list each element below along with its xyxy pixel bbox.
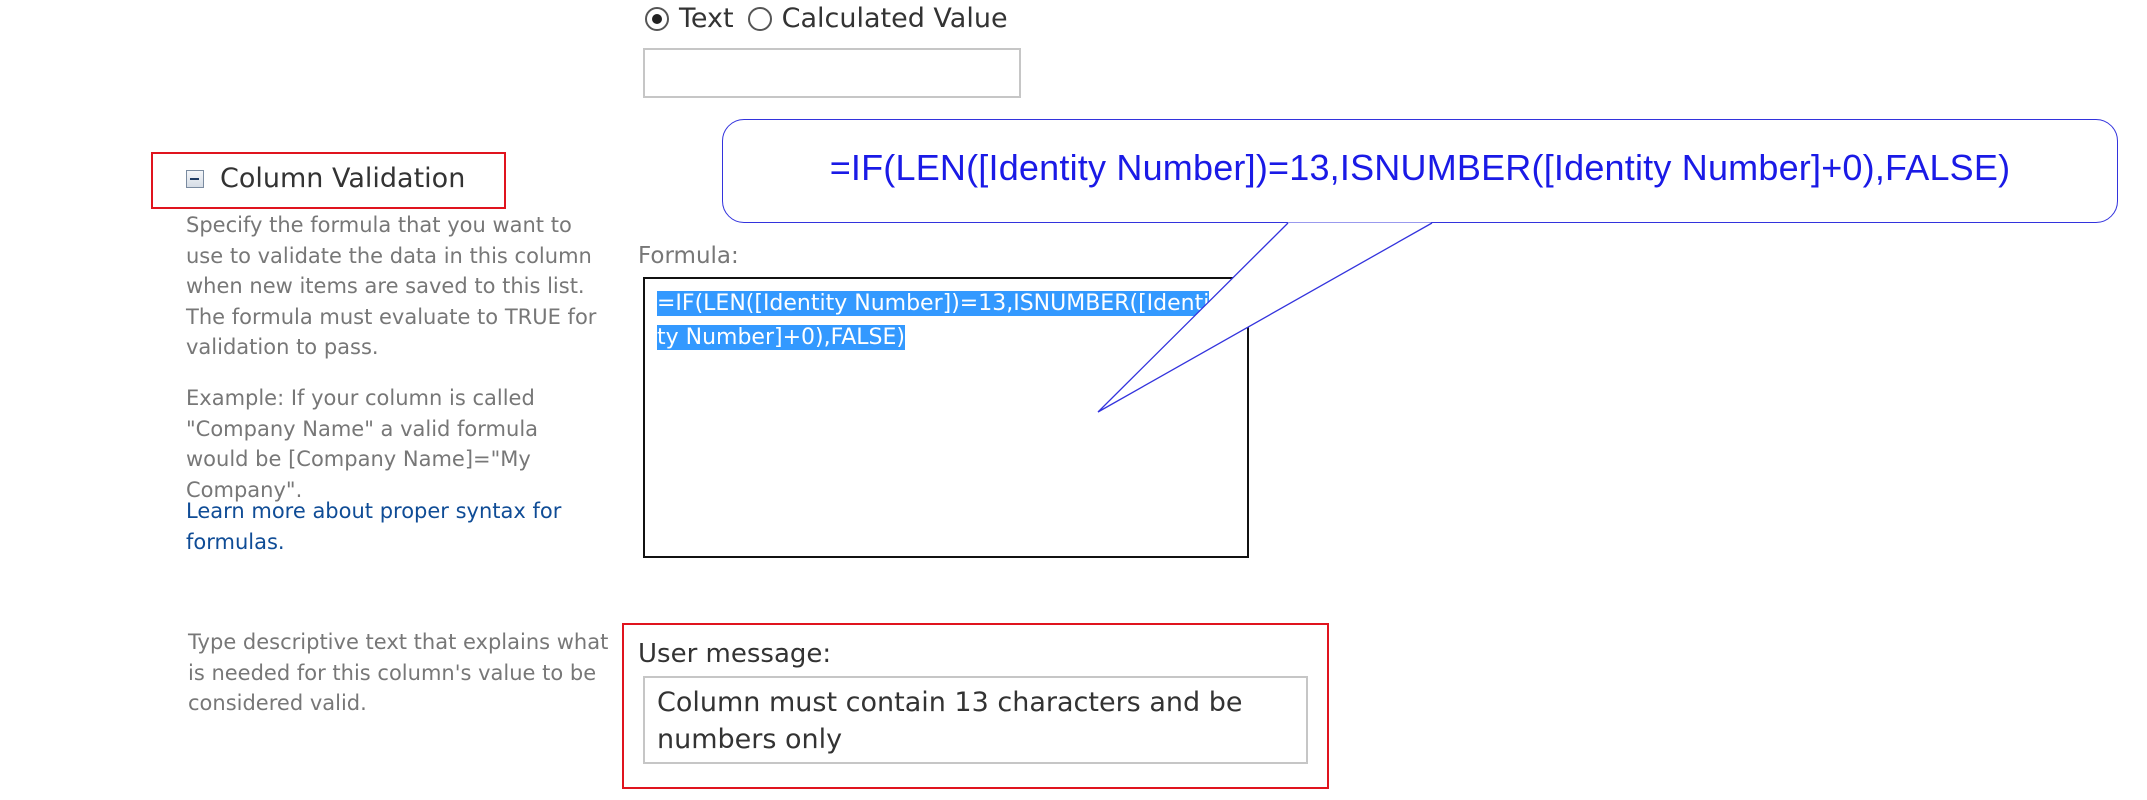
formula-example: Example: If your column is called "Compa… <box>186 386 539 502</box>
formula-value: =IF(LEN([Identity Number])=13,ISNUMBER([… <box>657 287 1217 355</box>
formula-selected-text: =IF(LEN([Identity Number])=13,ISNUMBER([… <box>657 291 1210 350</box>
user-message-description: Type descriptive text that explains what… <box>188 630 609 715</box>
formula-description: Specify the formula that you want to use… <box>186 213 597 359</box>
learn-more-link[interactable]: Learn more about proper syntax for formu… <box>186 496 586 557</box>
formula-callout: =IF(LEN([Identity Number])=13,ISNUMBER([… <box>722 119 2118 223</box>
collapse-icon[interactable] <box>186 169 204 188</box>
user-message-input[interactable]: Column must contain 13 characters and be… <box>643 676 1308 764</box>
formula-label: Formula: <box>638 243 739 269</box>
default-value-input[interactable] <box>643 48 1021 98</box>
formula-textarea[interactable]: =IF(LEN([Identity Number])=13,ISNUMBER([… <box>643 277 1249 558</box>
column-settings-page: Text Calculated Value Column Validation … <box>0 0 2147 800</box>
radio-calculated-value[interactable] <box>747 6 772 31</box>
radio-text-label[interactable]: Text <box>679 3 734 34</box>
user-message-label: User message: <box>638 639 832 669</box>
section-title: Column Validation <box>220 163 466 194</box>
return-type-radio-group: Text Calculated Value <box>645 3 1022 34</box>
callout-text: =IF(LEN([Identity Number])=13,ISNUMBER([… <box>829 147 2011 188</box>
radio-calculated-value-label[interactable]: Calculated Value <box>782 3 1008 34</box>
radio-text[interactable] <box>645 6 669 31</box>
column-validation-heading[interactable]: Column Validation <box>186 163 465 194</box>
